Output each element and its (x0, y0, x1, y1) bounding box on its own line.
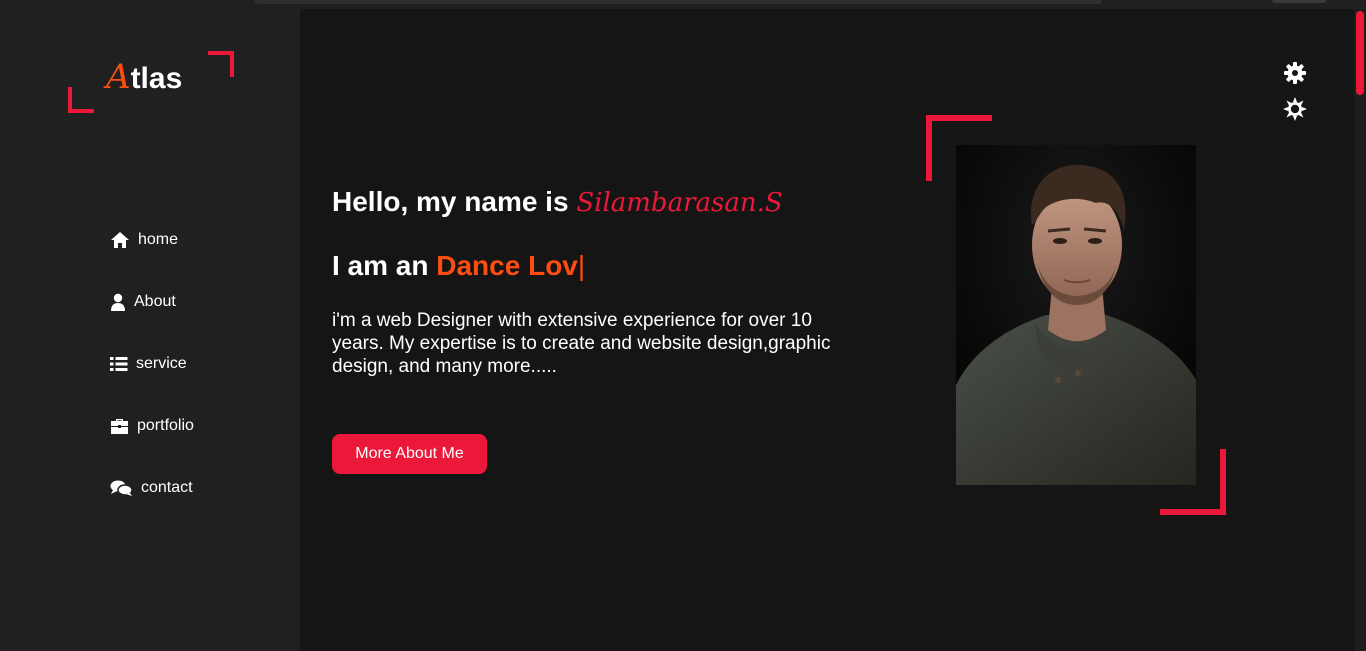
browser-top-strip (0, 0, 1366, 9)
author-name: Silambarasan.S (576, 188, 783, 218)
logo-first-letter: A (106, 57, 131, 97)
sidebar-item-service[interactable]: service (110, 355, 187, 373)
intro-description: i'm a web Designer with extensive experi… (332, 310, 831, 377)
profile-photo-frame (926, 115, 1226, 515)
sidebar-item-label: home (138, 231, 179, 248)
sidebar-item-contact[interactable]: contact (110, 479, 193, 497)
address-bar (254, 0, 1102, 4)
role-prefix: I am an (332, 250, 429, 281)
sidebar-item-label: service (136, 355, 187, 372)
logo[interactable]: Atlas (68, 51, 234, 113)
toolbar-button (1272, 0, 1326, 3)
sidebar-item-about[interactable]: About (110, 293, 176, 311)
sidebar: Atlas home About service portfolio conta… (0, 9, 300, 651)
more-about-me-button[interactable]: More About Me (332, 434, 487, 474)
portrait-image (956, 145, 1196, 485)
sidebar-item-label: About (134, 293, 176, 310)
typing-cursor: | (577, 250, 586, 281)
sidebar-item-portfolio[interactable]: portfolio (110, 417, 194, 435)
greeting-text: Hello, my name is (332, 186, 569, 217)
home-icon (111, 232, 129, 248)
sun-icon (1283, 97, 1307, 121)
sidebar-item-label: portfolio (137, 417, 194, 434)
comments-icon (110, 480, 133, 496)
greeting-heading: Hello, my name is Silambarasan.S (332, 186, 783, 218)
logo-text: Atlas (106, 59, 182, 97)
user-icon (111, 293, 125, 311)
scrollbar-thumb[interactable] (1356, 11, 1364, 95)
logo-corner-bottom-left (68, 87, 94, 113)
profile-photo (956, 145, 1196, 485)
logo-rest: tlas (130, 62, 183, 95)
gear-icon (1284, 62, 1306, 84)
settings-button[interactable] (1283, 61, 1307, 85)
role-heading: I am an Dance Lov| (332, 250, 585, 282)
theme-toggle-button[interactable] (1283, 97, 1307, 121)
role-typed-text: Dance Lov (436, 250, 578, 281)
sidebar-item-home[interactable]: home (110, 231, 178, 249)
list-icon (110, 357, 128, 371)
briefcase-icon (111, 418, 128, 434)
sidebar-item-label: contact (141, 479, 193, 496)
page-scrollbar[interactable] (1354, 9, 1366, 651)
logo-corner-top-right (208, 51, 234, 77)
